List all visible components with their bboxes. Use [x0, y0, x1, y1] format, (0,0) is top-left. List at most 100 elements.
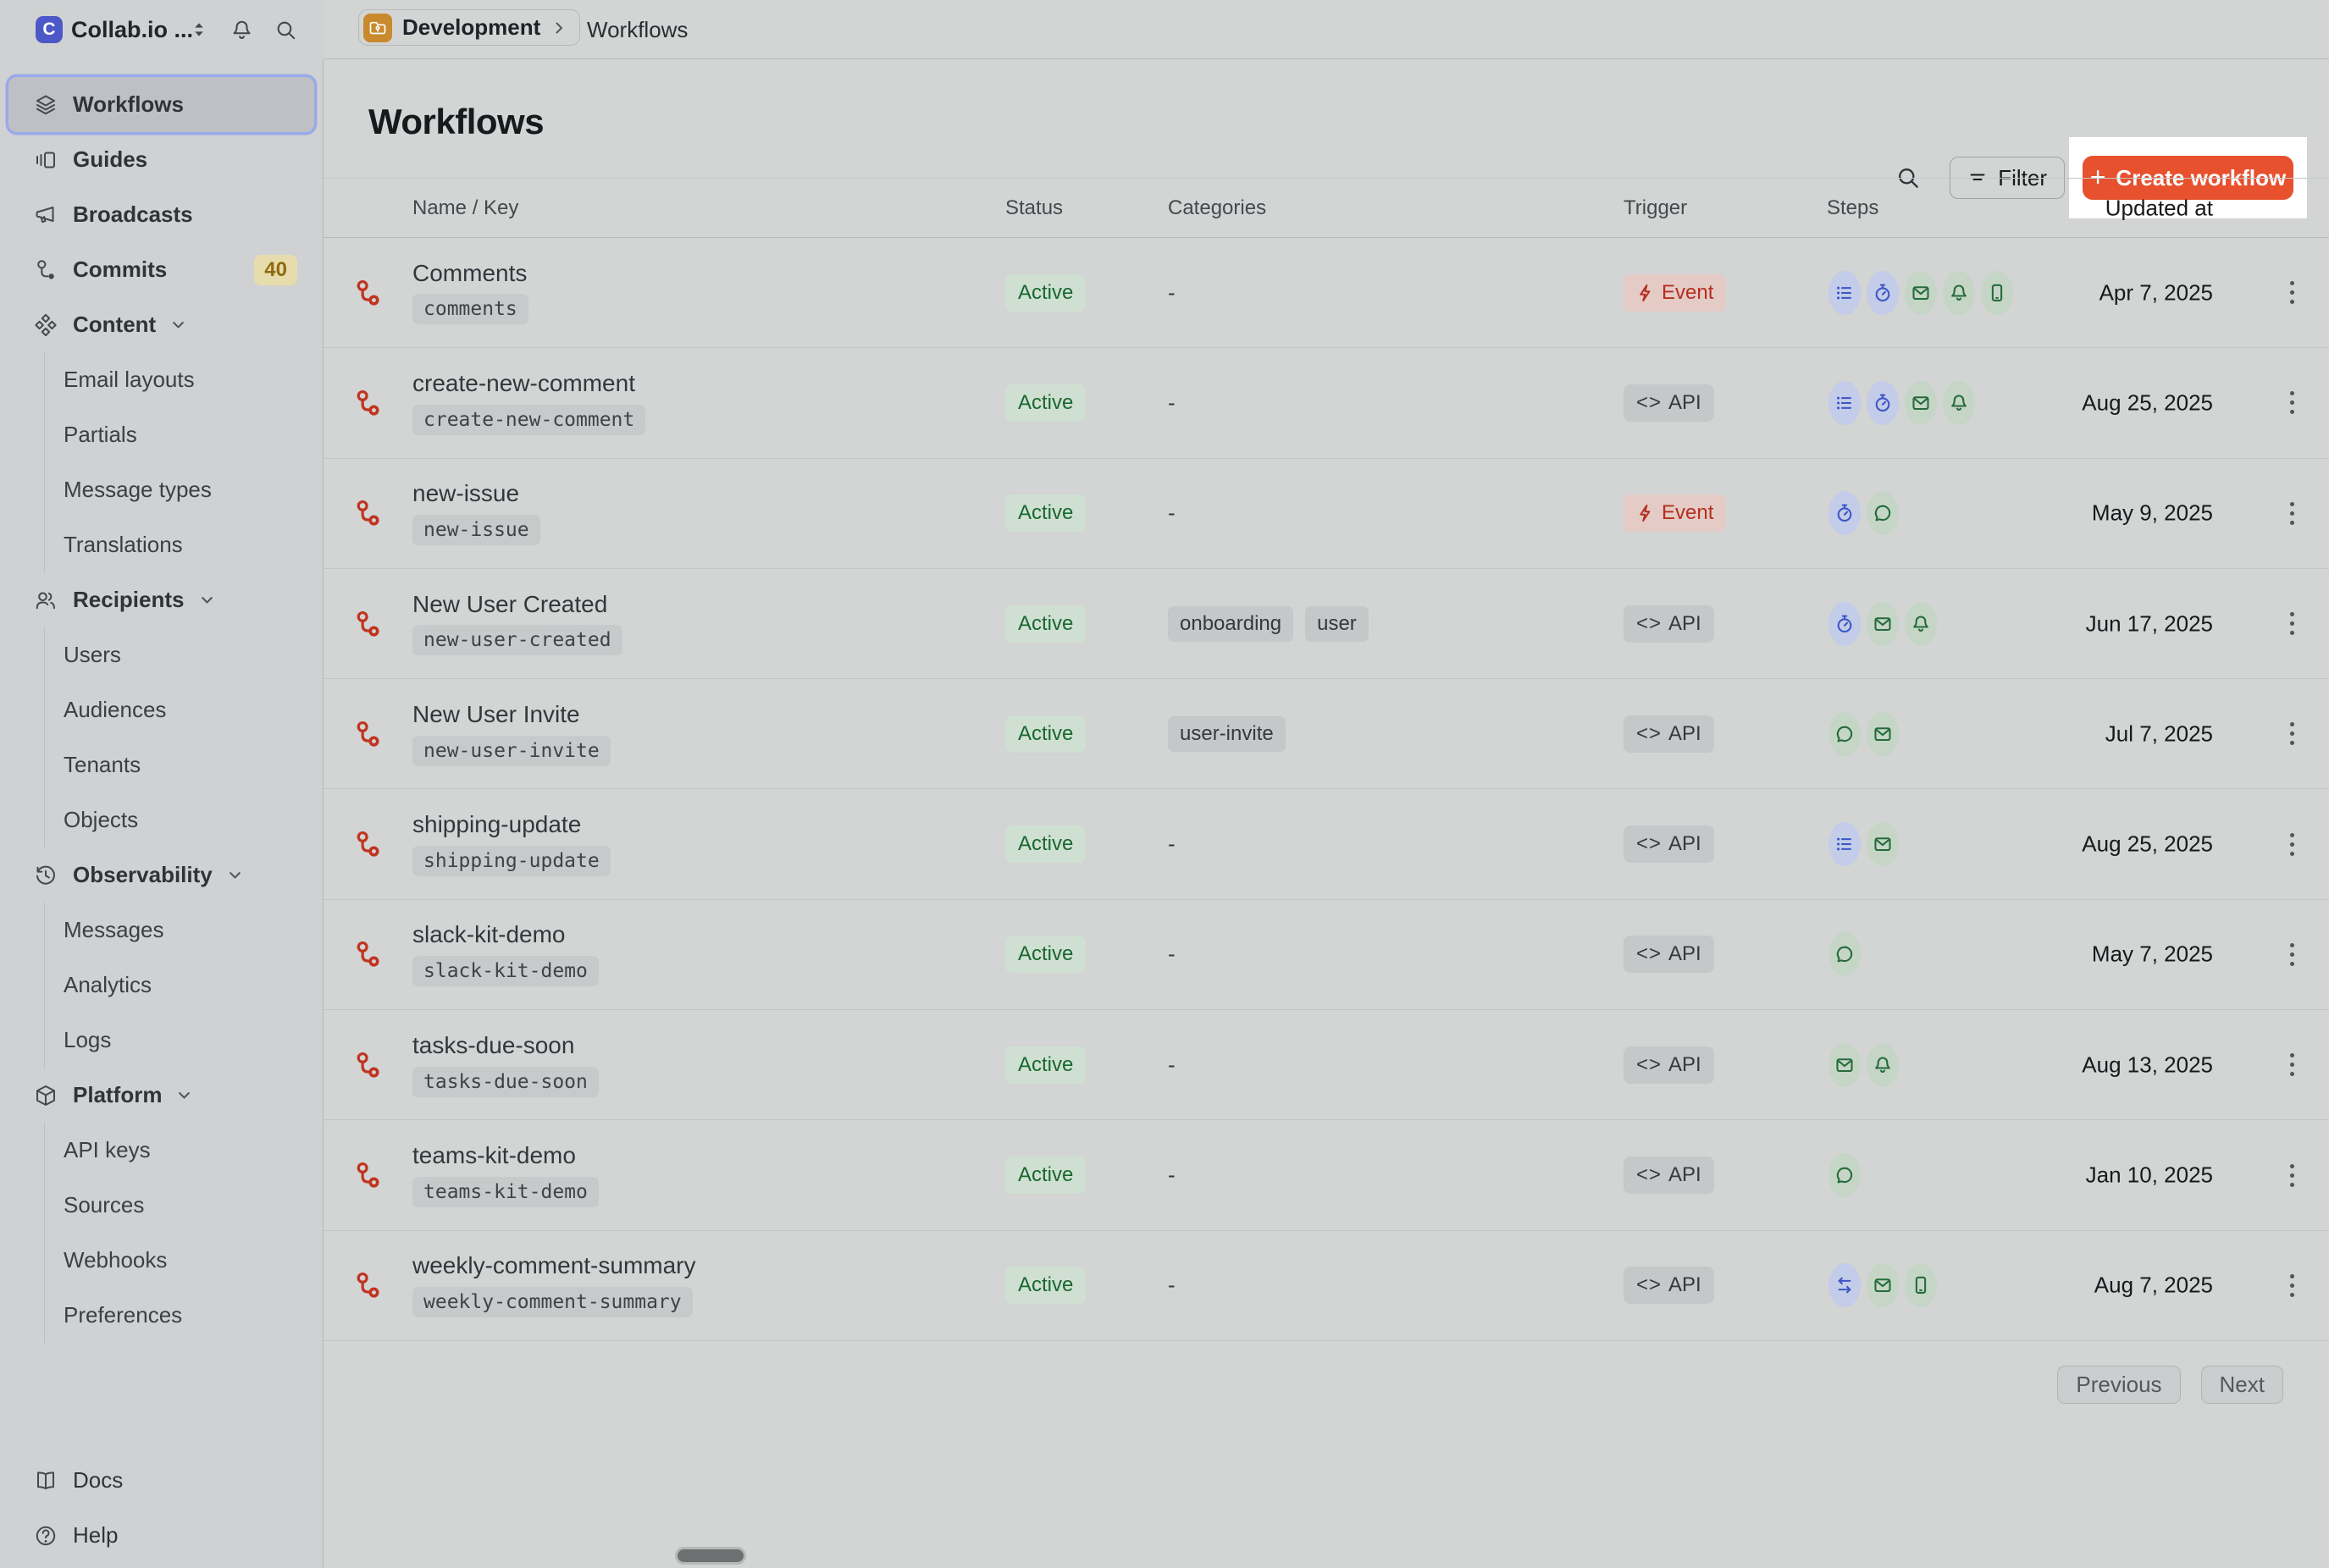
kebab-menu-button[interactable]: [2276, 1265, 2307, 1306]
kebab-menu-button[interactable]: [2276, 934, 2307, 974]
sidebar-item-platform[interactable]: Platform: [8, 1068, 314, 1123]
workflow-key-chip: slack-kit-demo: [412, 956, 599, 986]
trigger-badge-api: <>API: [1624, 1267, 1714, 1304]
kebab-menu-button[interactable]: [2276, 493, 2307, 533]
steps-cell: [1828, 932, 1861, 976]
workflow-name-cell: New User Creatednew-user-created: [412, 592, 622, 656]
workspace-name[interactable]: Collab.io ...: [71, 0, 193, 59]
workflow-name: New User Invite: [412, 702, 611, 728]
sidebar-item-webhooks[interactable]: Webhooks: [45, 1233, 323, 1288]
table-row[interactable]: new-issuenew-issueActive-EventMay 9, 202…: [324, 459, 2329, 569]
kebab-menu-button[interactable]: [2276, 1045, 2307, 1085]
kebab-menu-button[interactable]: [2276, 273, 2307, 313]
workflow-name: shipping-update: [412, 812, 611, 838]
kebab-menu-button[interactable]: [2276, 383, 2307, 423]
sidebar-item-label: Workflows: [73, 91, 184, 118]
workflow-name: weekly-comment-summary: [412, 1253, 696, 1279]
status-badge-label: Active: [1005, 384, 1086, 422]
workflow-key-chip: weekly-comment-summary: [412, 1287, 693, 1317]
kebab-menu-button[interactable]: [2276, 824, 2307, 864]
next-page-button[interactable]: Next: [2201, 1366, 2283, 1404]
sidebar-item-message-types[interactable]: Message types: [45, 462, 323, 517]
code-brackets-icon: <>: [1636, 942, 1662, 966]
updated-at: Apr 7, 2025: [2099, 279, 2213, 306]
trigger-cell: <>API: [1624, 936, 1714, 973]
previous-page-button[interactable]: Previous: [2057, 1366, 2180, 1404]
sidebar-item-recipients[interactable]: Recipients: [8, 572, 314, 627]
table-row[interactable]: New User Invitenew-user-inviteActiveuser…: [324, 679, 2329, 789]
status-badge-label: Active: [1005, 1157, 1086, 1194]
step-chip-list: [1828, 822, 1861, 866]
sidebar-item-audiences[interactable]: Audiences: [45, 682, 323, 737]
email-icon: [1911, 283, 1931, 303]
sidebar-item-commits[interactable]: Commits40: [8, 242, 314, 297]
workspace-logo[interactable]: C: [36, 16, 63, 43]
table-row[interactable]: weekly-comment-summary weekly-comment-sum…: [324, 1231, 2329, 1341]
table-row[interactable]: shipping-updateshipping-updateActive-<>A…: [324, 789, 2329, 899]
categories-cell: -: [1168, 941, 1176, 968]
commit-icon: [34, 258, 58, 282]
table-row[interactable]: tasks-due-soontasks-due-soonActive-<>API…: [324, 1010, 2329, 1120]
shapes-icon: [34, 313, 58, 337]
trigger-cell: <>API: [1624, 1046, 1714, 1084]
sidebar-item-guides[interactable]: Guides: [8, 132, 314, 187]
sidebar-item-broadcasts[interactable]: Broadcasts: [8, 187, 314, 242]
sidebar-item-translations[interactable]: Translations: [45, 517, 323, 572]
sidebar-item-content[interactable]: Content: [8, 297, 314, 352]
commits-count-badge: 40: [254, 255, 297, 285]
step-chip-phone: [1905, 1263, 1937, 1307]
sidebar-item-partials[interactable]: Partials: [45, 407, 323, 462]
sidebar-item-users[interactable]: Users: [45, 627, 323, 682]
sidebar-item-objects[interactable]: Objects: [45, 792, 323, 847]
category-chip: user: [1305, 606, 1369, 642]
breadcrumb-environment-chip[interactable]: Development: [358, 9, 580, 46]
sidebar-item-email-layouts[interactable]: Email layouts: [45, 352, 323, 407]
table-row[interactable]: New User Creatednew-user-createdActiveon…: [324, 569, 2329, 679]
table-row[interactable]: CommentscommentsActive-EventApr 7, 2025: [324, 238, 2329, 348]
status-badge-label: Active: [1005, 274, 1086, 312]
trigger-badge-api: <>API: [1624, 825, 1714, 863]
table-row[interactable]: slack-kit-demoslack-kit-demoActive-<>API…: [324, 900, 2329, 1010]
sidebar-item-tenants[interactable]: Tenants: [45, 737, 323, 792]
kebab-menu-button[interactable]: [2276, 1155, 2307, 1195]
email-icon: [1873, 614, 1893, 634]
sidebar-item-preferences[interactable]: Preferences: [45, 1288, 323, 1343]
code-brackets-icon: <>: [1636, 832, 1662, 856]
sidebar-item-api-keys[interactable]: API keys: [45, 1123, 323, 1178]
categories-cell: -: [1168, 389, 1176, 416]
sidebar-item-sources[interactable]: Sources: [45, 1178, 323, 1233]
chevron-down-icon: [176, 1087, 192, 1103]
sidebar-subgroup-observability: MessagesAnalyticsLogs: [44, 903, 323, 1068]
breadcrumb-page-label: Workflows: [587, 0, 688, 59]
sidebar-item-workflows[interactable]: Workflows: [8, 77, 314, 132]
sidebar-item-observability[interactable]: Observability: [8, 847, 314, 903]
table-row[interactable]: create-new-commentcreate-new-commentActi…: [324, 348, 2329, 458]
steps-cell: [1828, 1153, 1861, 1197]
updated-at: Jun 17, 2025: [2086, 610, 2213, 637]
empty-categories-dash: -: [1168, 1273, 1176, 1299]
trigger-badge-api: <>API: [1624, 715, 1714, 753]
categories-cell: -: [1168, 500, 1176, 527]
chevron-down-icon: [199, 592, 215, 608]
trigger-badge-api: <>API: [1624, 1046, 1714, 1084]
sidebar-item-messages[interactable]: Messages: [45, 903, 323, 958]
workflow-icon: [355, 500, 380, 527]
notifications-bell-icon[interactable]: [230, 0, 253, 59]
step-chip-swap: [1828, 1263, 1861, 1307]
step-chip-list: [1828, 381, 1861, 425]
sidebar-subgroup-recipients: UsersAudiencesTenantsObjects: [44, 627, 323, 847]
sidebar-item-logs[interactable]: Logs: [45, 1013, 323, 1068]
workflow-icon: [355, 610, 380, 638]
kebab-menu-button[interactable]: [2276, 714, 2307, 754]
table-row[interactable]: teams-kit-demoteams-kit-demoActive-<>API…: [324, 1120, 2329, 1230]
sidebar-item-analytics[interactable]: Analytics: [45, 958, 323, 1013]
kebab-menu-button[interactable]: [2276, 604, 2307, 644]
horizontal-scrollbar-thumb[interactable]: [678, 1549, 744, 1562]
status-badge: Active: [1005, 1157, 1086, 1194]
workspace-search-icon[interactable]: [274, 0, 297, 59]
sidebar-item-docs[interactable]: Docs: [8, 1453, 314, 1508]
sidebar-item-help[interactable]: Help: [8, 1508, 314, 1563]
workspace-caret-icon[interactable]: [188, 0, 210, 59]
table-header: Name / Key Status Categories Trigger Ste…: [324, 178, 2329, 238]
users-icon: [34, 588, 58, 612]
